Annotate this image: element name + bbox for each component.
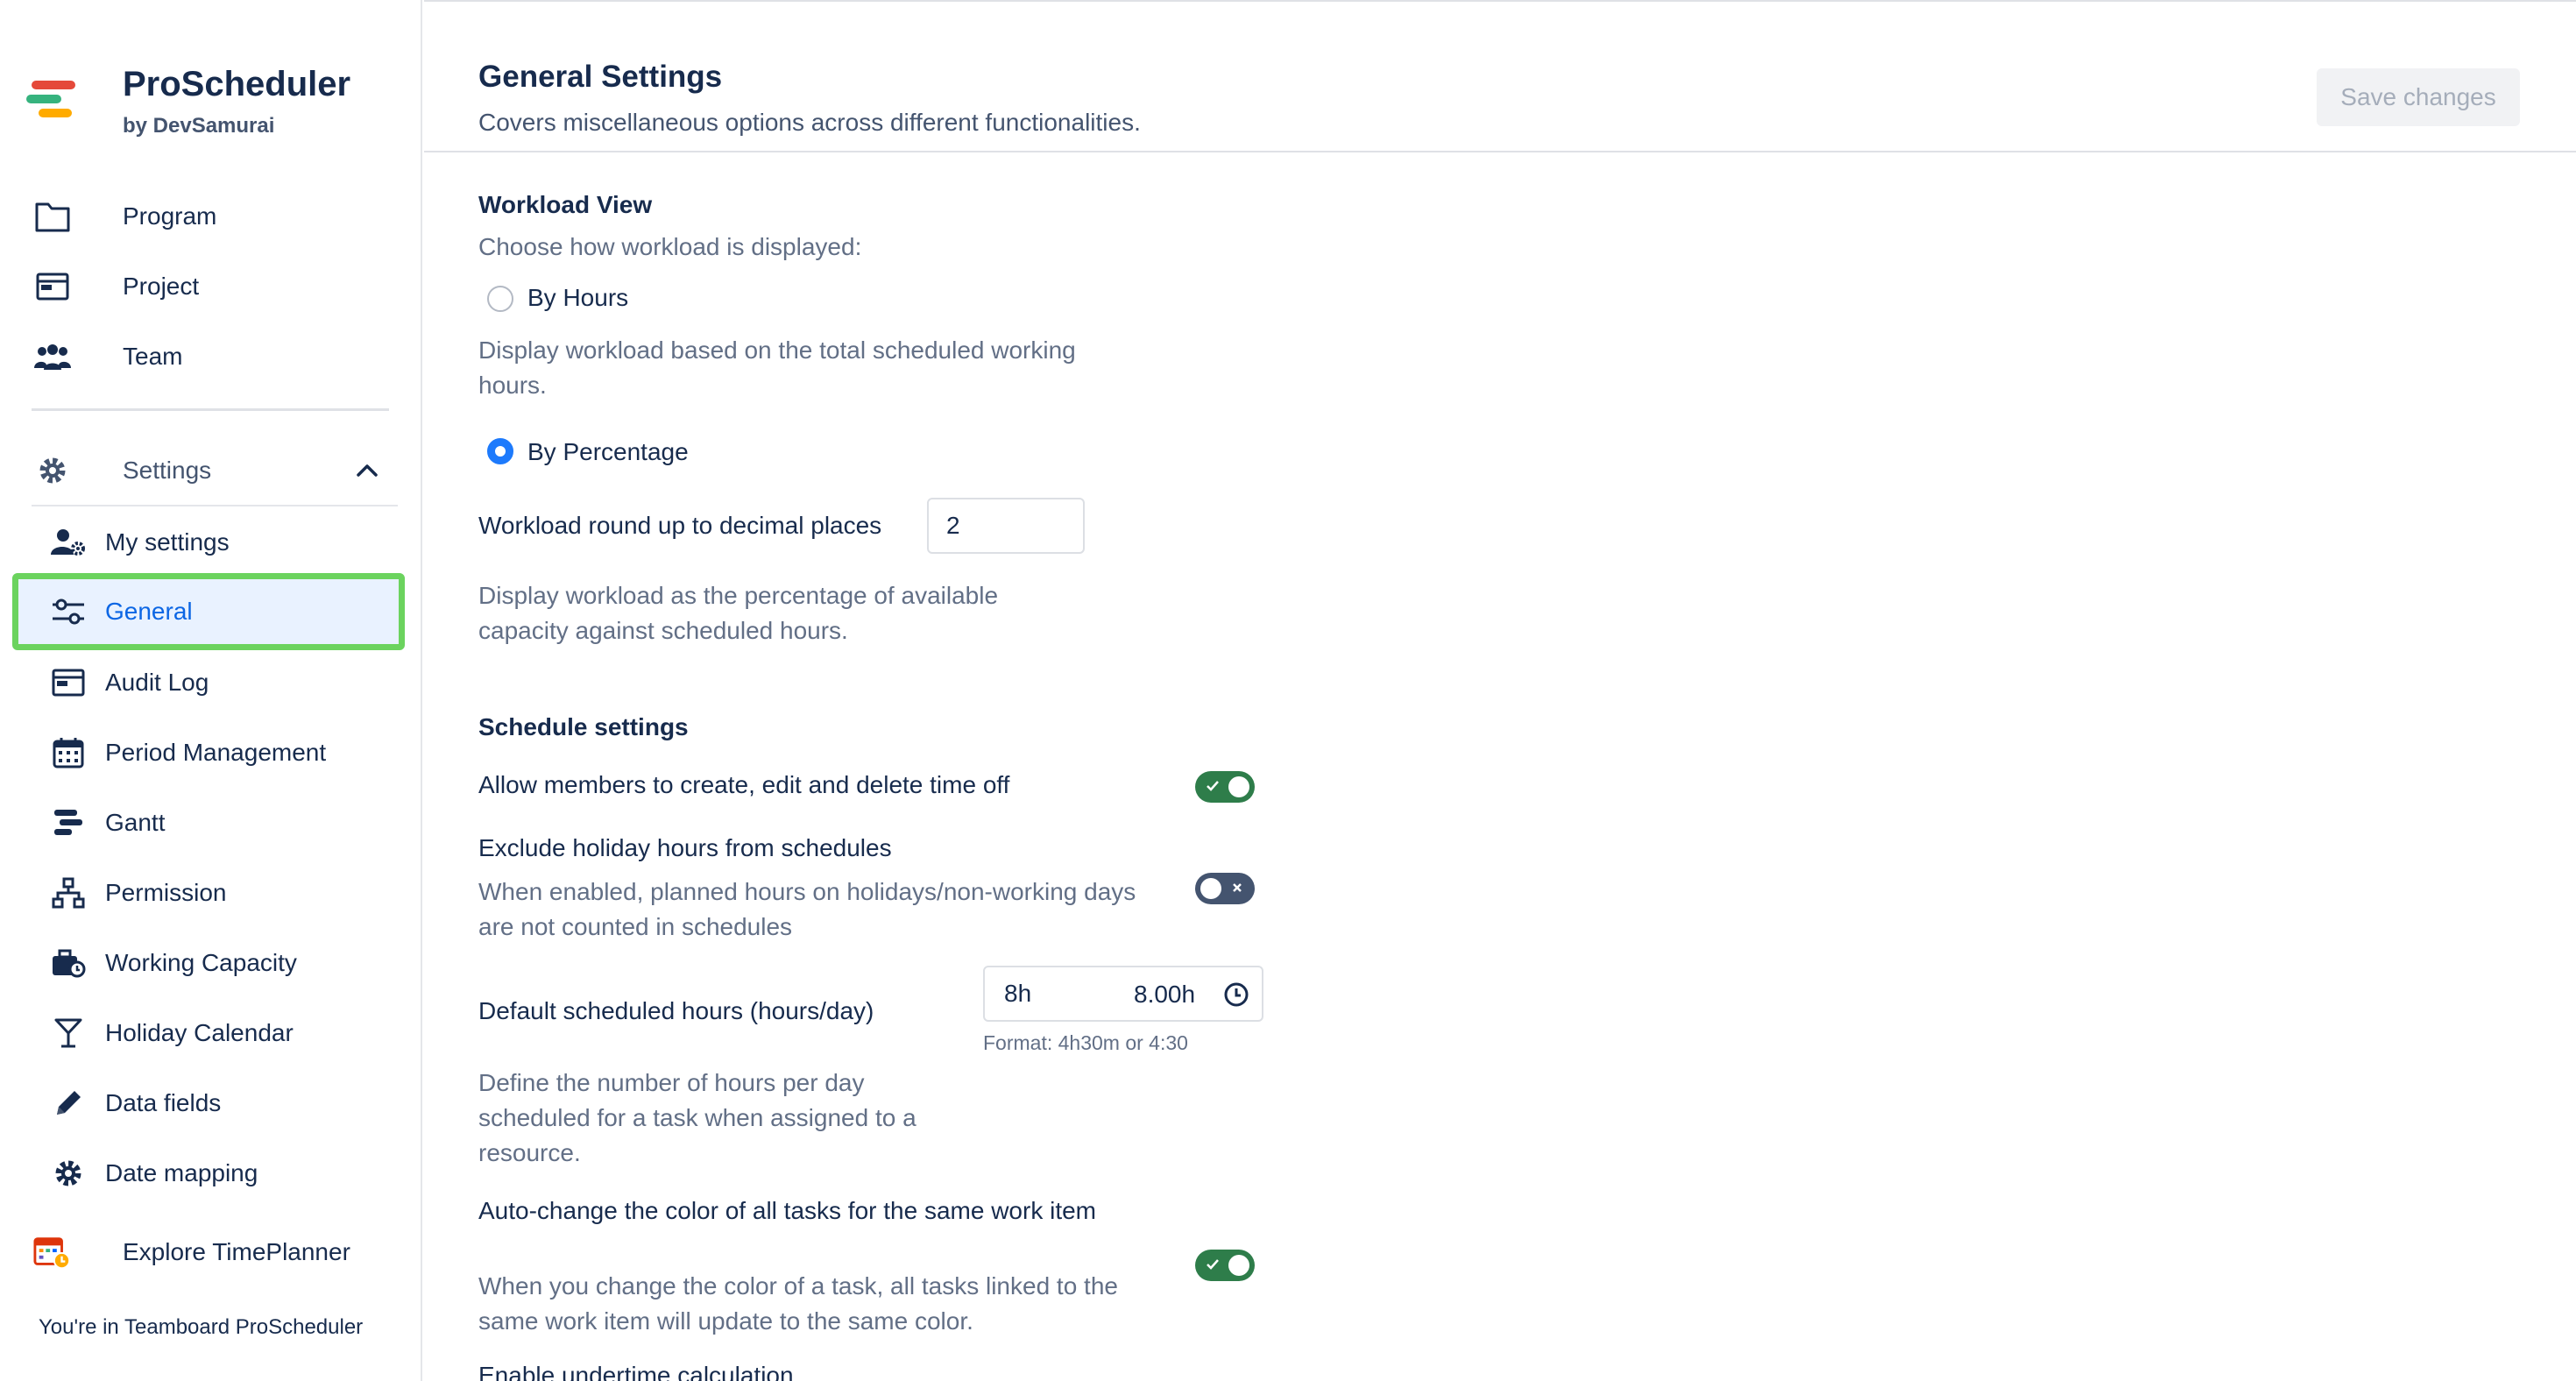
auto-color-label: Auto-change the color of all tasks for t… [478,1197,1096,1224]
folder-icon [33,197,72,236]
check-icon [1202,1254,1223,1275]
chevron-up-icon[interactable] [354,457,380,484]
settings-item-label: My settings [105,528,230,556]
settings-item-label: Data fields [105,1089,222,1116]
auto-color-toggle[interactable] [1195,1250,1255,1281]
check-icon [1202,775,1223,797]
briefcase-clock-icon [49,944,88,982]
proscheduler-logo-icon [26,81,79,121]
settings-item-label: Period Management [105,739,327,766]
cocktail-icon [49,1014,88,1052]
main-content: General Settings Covers miscellaneous op… [424,0,2576,1381]
page-subtitle: Covers miscellaneous options across diff… [478,109,1141,136]
settings-item-label: Audit Log [105,669,209,696]
schedule-section-title: Schedule settings [478,713,689,740]
brand: ProScheduler by DevSamurai [26,63,412,151]
gear-icon [49,1154,88,1193]
nav-item-settings[interactable]: Settings [0,440,412,501]
sidebar-footer: You're in Teamboard ProScheduler [39,1315,364,1339]
default-hours-label: Default scheduled hours (hours/day) [478,997,874,1024]
default-hours-input[interactable] [1004,980,1109,1008]
default-hours-field[interactable]: 8.00h [983,966,1263,1022]
settings-item-audit-log[interactable]: Audit Log [21,651,403,714]
allow-timeoff-label: Allow members to create, edit and delete… [478,771,1010,798]
hierarchy-icon [49,874,88,912]
settings-item-label: Working Capacity [105,949,297,976]
radio-by-hours-label[interactable]: By Hours [527,284,628,312]
save-button[interactable]: Save changes [2317,68,2520,126]
workload-prompt: Choose how workload is displayed: [478,233,862,260]
settings-item-working-capacity[interactable]: Working Capacity [21,931,403,995]
settings-item-holiday-calendar[interactable]: Holiday Calendar [21,1002,403,1065]
settings-item-label: Date mapping [105,1159,258,1186]
page-title: General Settings [478,60,723,94]
default-hours-description: Define the number of hours per day sched… [478,1069,916,1166]
exclude-holiday-toggle[interactable] [1195,873,1255,904]
auto-color-description: When you change the color of a task, all… [478,1272,1118,1335]
nav-item-project[interactable]: Project [0,256,412,317]
settings-item-permission[interactable]: Permission [21,861,403,924]
settings-item-period-management[interactable]: Period Management [21,721,403,784]
user-settings-icon [49,523,88,562]
team-icon [33,337,72,376]
explore-label: Explore TimePlanner [123,1238,350,1265]
nav-item-team[interactable]: Team [0,326,412,387]
nav-item-program[interactable]: Program [0,186,412,247]
clock-icon [1223,981,1249,1008]
exclude-holiday-label: Exclude holiday hours from schedules [478,834,892,861]
toggle-knob [1228,776,1249,797]
brand-subtitle: by DevSamurai [123,114,275,138]
default-hours-calculated: 8.00h [1134,981,1196,1008]
calendar-icon [49,733,88,772]
nav-item-label: Team [123,343,183,370]
settings-label: Settings [123,457,212,484]
header-divider [424,151,2576,152]
gear-icon [33,451,72,490]
undertime-label: Enable undertime calculation [478,1362,794,1381]
nav-item-label: Project [123,273,200,300]
by-hours-description: Display workload based on the total sche… [478,336,1076,399]
settings-item-label: General [105,598,193,625]
calendar-clock-icon [33,1233,72,1271]
settings-item-general[interactable]: General [12,573,405,650]
settings-item-label: Permission [105,879,227,906]
top-border [424,0,2576,2]
workload-section-title: Workload View [478,191,653,218]
radio-by-percentage[interactable] [487,438,513,464]
close-icon [1227,877,1248,898]
settings-item-label: Gantt [105,809,166,836]
toggle-knob [1228,1255,1249,1276]
settings-item-my-settings[interactable]: My settings [21,511,403,574]
exclude-holiday-description: When enabled, planned hours on holidays/… [478,878,1136,940]
settings-item-label: Holiday Calendar [105,1019,294,1046]
sidebar: ProScheduler by DevSamurai Program Proje… [0,0,422,1381]
brand-title: ProScheduler [123,65,351,103]
settings-item-date-mapping[interactable]: Date mapping [21,1142,403,1205]
gantt-icon [49,804,88,842]
nav-item-label: Program [123,202,217,230]
nav-divider [32,408,389,411]
pencil-icon [49,1084,88,1123]
window-icon [33,267,72,306]
round-decimal-label: Workload round up to decimal places [478,512,882,539]
toggle-knob [1200,878,1221,899]
time-format-hint: Format: 4h30m or 4:30 [983,1031,1188,1054]
radio-by-hours[interactable] [487,286,513,312]
sliders-icon [49,592,88,631]
decimal-places-input[interactable] [927,498,1085,554]
settings-item-data-fields[interactable]: Data fields [21,1072,403,1135]
allow-timeoff-toggle[interactable] [1195,771,1255,803]
nav-item-explore-timeplanner[interactable]: Explore TimePlanner [0,1222,412,1283]
settings-divider [32,505,398,506]
by-percentage-description: Display workload as the percentage of av… [478,582,999,644]
settings-item-gantt[interactable]: Gantt [21,791,403,854]
radio-by-percentage-label[interactable]: By Percentage [527,438,689,466]
window-icon [49,663,88,702]
